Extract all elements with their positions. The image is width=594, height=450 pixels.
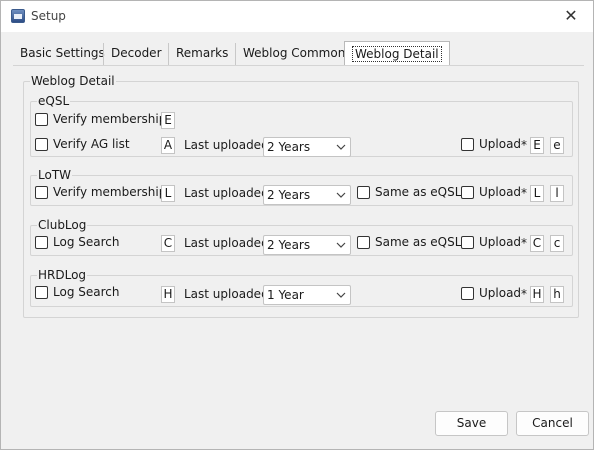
lotw-last-uploaded-select[interactable]: 2 Years <box>263 185 351 205</box>
checkbox-box <box>35 137 48 151</box>
eqsl-upload-label: Upload <box>479 137 522 151</box>
clublog-group-title: ClubLog <box>37 218 88 232</box>
lotw-same-as-eqsl-label: Same as eQSL <box>375 185 462 199</box>
checkbox-box <box>35 185 48 199</box>
eqsl-last-uploaded-select[interactable]: 2 Years <box>263 137 351 157</box>
lotw-verify-membership-label: Verify membership <box>53 185 167 199</box>
lotw-verify-membership-checkbox[interactable]: Verify membership <box>35 185 166 199</box>
hrdlog-last-uploaded-select[interactable]: 1 Year <box>263 285 351 305</box>
eqsl-last-uploaded-value: 2 Years <box>267 140 311 154</box>
eqsl-upload-key-1[interactable]: E <box>530 137 544 154</box>
eqsl-upload-key-2[interactable]: e <box>550 137 564 154</box>
clublog-same-as-eqsl-label: Same as eQSL <box>375 235 462 249</box>
chevron-down-icon <box>336 292 346 298</box>
clublog-upload-checkbox[interactable]: Upload <box>461 235 521 249</box>
hrdlog-upload-checkbox[interactable]: Upload <box>461 286 521 300</box>
setup-window: Setup ✕ Basic Settings Decoder Remarks W… <box>0 0 594 450</box>
clublog-last-uploaded-select[interactable]: 2 Years <box>263 235 351 255</box>
hrdlog-log-search-key[interactable]: H <box>161 286 175 303</box>
weblog-detail-group: Weblog Detail eQSL Verify membership E V… <box>23 74 579 318</box>
eqsl-group-title: eQSL <box>37 94 71 108</box>
title-bar: Setup ✕ <box>1 1 593 32</box>
clublog-same-as-eqsl-checkbox[interactable]: Same as eQSL <box>357 235 461 249</box>
eqsl-verify-ag-list-key[interactable]: A <box>161 137 175 154</box>
checkbox-box <box>357 185 370 199</box>
chevron-down-icon <box>336 144 346 150</box>
tab-remarks[interactable]: Remarks <box>168 43 235 65</box>
checkbox-box <box>35 285 48 299</box>
clublog-log-search-key[interactable]: C <box>161 235 175 252</box>
hrdlog-last-uploaded-label: Last uploaded <box>184 287 269 301</box>
chevron-down-icon <box>336 192 346 198</box>
clublog-last-uploaded-value: 2 Years <box>267 238 311 252</box>
lotw-group-title: LoTW <box>37 168 73 182</box>
lotw-last-uploaded-label: Last uploaded <box>184 186 269 200</box>
clublog-upload-key-2[interactable]: c <box>550 235 564 252</box>
checkbox-box <box>35 112 48 126</box>
clublog-group: ClubLog Log Search C Last uploaded 2 Yea… <box>30 218 573 256</box>
clublog-upload-label: Upload <box>479 235 522 249</box>
lotw-upload-key-2[interactable]: l <box>550 185 564 202</box>
tab-decoder[interactable]: Decoder <box>103 43 169 65</box>
tab-basic-settings[interactable]: Basic Settings <box>13 43 112 65</box>
lotw-group: LoTW Verify membership L Last uploaded 2… <box>30 168 573 206</box>
hrdlog-log-search-checkbox[interactable]: Log Search <box>35 285 119 299</box>
lotw-upload-checkbox[interactable]: Upload <box>461 185 521 199</box>
close-icon: ✕ <box>564 6 578 25</box>
hrdlog-upload-key-1[interactable]: H <box>530 286 544 303</box>
eqsl-upload-asterisk: * <box>521 138 527 152</box>
hrdlog-upload-asterisk: * <box>521 287 527 301</box>
hrdlog-log-search-label: Log Search <box>53 285 120 299</box>
hrdlog-last-uploaded-value: 1 Year <box>267 288 304 302</box>
lotw-upload-asterisk: * <box>521 186 527 200</box>
app-icon <box>11 9 25 23</box>
window-title: Setup <box>31 9 66 23</box>
hrdlog-upload-key-2[interactable]: h <box>550 286 564 303</box>
checkbox-box <box>357 235 370 249</box>
clublog-upload-key-1[interactable]: C <box>530 235 544 252</box>
tab-panel-weblog-detail: Weblog Detail eQSL Verify membership E V… <box>13 65 584 399</box>
hrdlog-upload-label: Upload <box>479 286 522 300</box>
tab-weblog-common[interactable]: Weblog Common <box>235 43 352 65</box>
checkbox-box <box>461 185 474 199</box>
hrdlog-group: HRDLog Log Search H Last uploaded 1 Year… <box>30 268 573 307</box>
close-button[interactable]: ✕ <box>549 1 593 32</box>
eqsl-verify-membership-checkbox[interactable]: Verify membership <box>35 112 166 126</box>
eqsl-verify-membership-label: Verify membership <box>53 112 167 126</box>
tab-weblog-detail-label: Weblog Detail <box>352 46 442 62</box>
clublog-log-search-label: Log Search <box>53 235 120 249</box>
eqsl-group: eQSL Verify membership E Verify AG list … <box>30 94 573 157</box>
chevron-down-icon <box>336 242 346 248</box>
save-button[interactable]: Save <box>435 411 508 436</box>
eqsl-last-uploaded-label: Last uploaded <box>184 138 269 152</box>
checkbox-box <box>461 286 474 300</box>
clublog-last-uploaded-label: Last uploaded <box>184 236 269 250</box>
lotw-same-as-eqsl-checkbox[interactable]: Same as eQSL <box>357 185 461 199</box>
hrdlog-group-title: HRDLog <box>37 268 88 282</box>
weblog-detail-group-title: Weblog Detail <box>30 74 116 88</box>
lotw-last-uploaded-value: 2 Years <box>267 188 311 202</box>
tab-weblog-detail[interactable]: Weblog Detail <box>344 41 450 66</box>
eqsl-verify-membership-key[interactable]: E <box>161 112 175 129</box>
cancel-button[interactable]: Cancel <box>516 411 589 436</box>
clublog-log-search-checkbox[interactable]: Log Search <box>35 235 119 249</box>
checkbox-box <box>35 235 48 249</box>
eqsl-verify-ag-list-checkbox[interactable]: Verify AG list <box>35 137 130 151</box>
lotw-upload-key-1[interactable]: L <box>530 185 544 202</box>
lotw-upload-label: Upload <box>479 185 522 199</box>
eqsl-upload-checkbox[interactable]: Upload <box>461 137 521 151</box>
checkbox-box <box>461 235 474 249</box>
lotw-verify-membership-key[interactable]: L <box>161 185 175 202</box>
eqsl-verify-ag-list-label: Verify AG list <box>53 137 130 151</box>
checkbox-box <box>461 137 474 151</box>
clublog-upload-asterisk: * <box>521 236 527 250</box>
